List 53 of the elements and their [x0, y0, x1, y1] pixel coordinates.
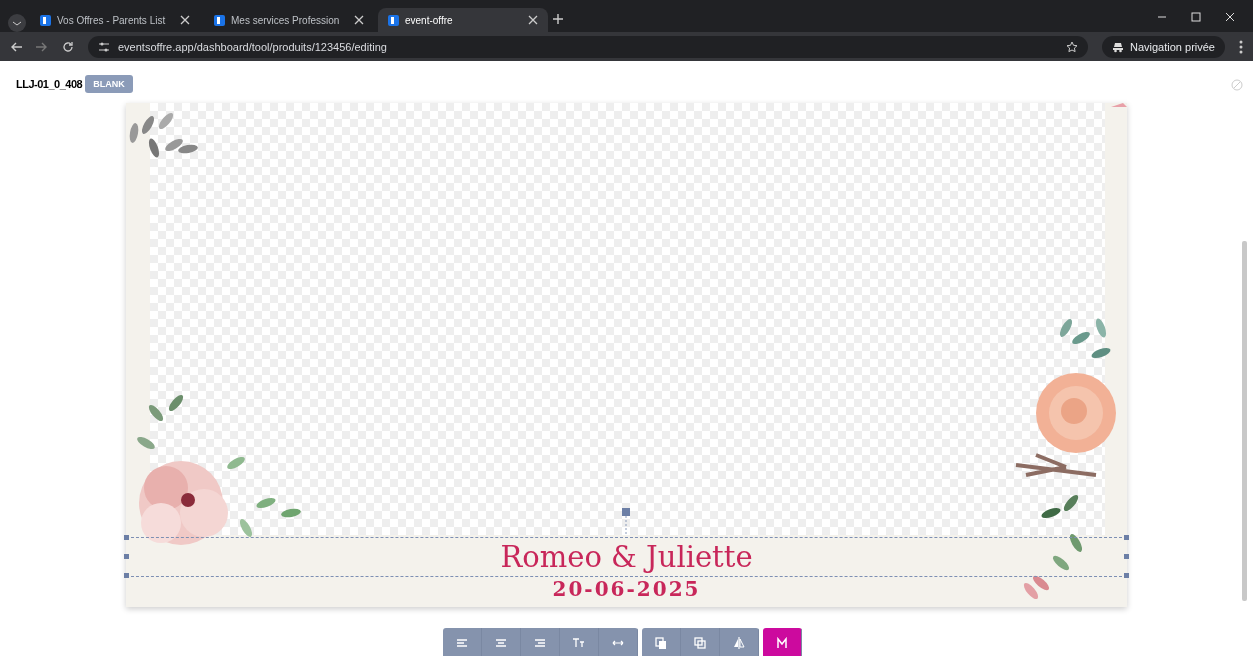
- favicon-icon: [388, 14, 399, 26]
- back-icon[interactable]: [10, 40, 22, 53]
- maximize-icon[interactable]: [1191, 12, 1201, 22]
- resize-handle[interactable]: [124, 573, 129, 578]
- favicon-icon: [214, 14, 225, 26]
- copy-icon: [654, 636, 668, 650]
- toolbar-button[interactable]: [560, 628, 599, 656]
- toolbar-button[interactable]: [720, 628, 759, 656]
- close-icon[interactable]: [528, 15, 538, 25]
- resize-handle[interactable]: [1124, 554, 1129, 559]
- new-tab-icon[interactable]: [552, 13, 564, 25]
- toolbar-button[interactable]: [599, 628, 638, 656]
- close-icon[interactable]: [1225, 12, 1235, 22]
- close-icon[interactable]: [354, 15, 364, 25]
- toolbar-button[interactable]: [681, 628, 720, 656]
- rotate-handle[interactable]: [622, 508, 630, 536]
- resize-handle[interactable]: [124, 535, 129, 540]
- resize-handle[interactable]: [1124, 573, 1129, 578]
- toolbar-button[interactable]: [521, 628, 560, 656]
- align-left-icon: [455, 636, 469, 650]
- favicon-icon: [40, 14, 51, 26]
- couple-names: Romeo & Juliette: [500, 539, 753, 575]
- incognito-icon: [1112, 40, 1124, 53]
- resize-handle[interactable]: [1124, 535, 1129, 540]
- duplicate-icon: [693, 636, 707, 650]
- toolbar-button[interactable]: [642, 628, 681, 656]
- browser-tab[interactable]: Mes services Profession: [204, 8, 374, 32]
- leaf-drawing: [1111, 103, 1127, 107]
- close-icon[interactable]: [180, 15, 190, 25]
- align-center-icon: [494, 636, 508, 650]
- address-bar[interactable]: eventsoffre.app/dashboard/tool/produits/123456/editing: [88, 35, 1088, 58]
- browser-tab[interactable]: Vos Offres - Parents List: [30, 8, 200, 32]
- browser-tab[interactable]: event-offre: [378, 8, 548, 32]
- toolbar-button[interactable]: [443, 628, 482, 656]
- toolbar-button[interactable]: [482, 628, 521, 656]
- toolbar-button[interactable]: [763, 628, 802, 656]
- status-badge: BLANK: [85, 75, 133, 93]
- resize-handle[interactable]: [124, 554, 129, 559]
- site-settings-icon: [98, 40, 110, 53]
- align-right-icon: [533, 636, 547, 650]
- menu-icon[interactable]: [1239, 39, 1243, 54]
- star-icon[interactable]: [1066, 40, 1078, 53]
- forward-icon[interactable]: [36, 40, 48, 53]
- leaf-drawing: [129, 112, 198, 158]
- profile-button[interactable]: Navigation privée: [1102, 35, 1225, 58]
- letter-icon: [775, 636, 789, 650]
- flip-icon: [732, 636, 746, 650]
- event-date: 20-06-2025: [552, 576, 701, 603]
- text-size-icon: [572, 636, 586, 650]
- url-text: eventsoffre.app/dashboard/tool/produits/123456/editing: [118, 40, 387, 53]
- product-code: LLJ-01_0_408: [16, 78, 83, 90]
- tab-search-icon[interactable]: [8, 14, 26, 32]
- reload-icon[interactable]: [62, 40, 74, 53]
